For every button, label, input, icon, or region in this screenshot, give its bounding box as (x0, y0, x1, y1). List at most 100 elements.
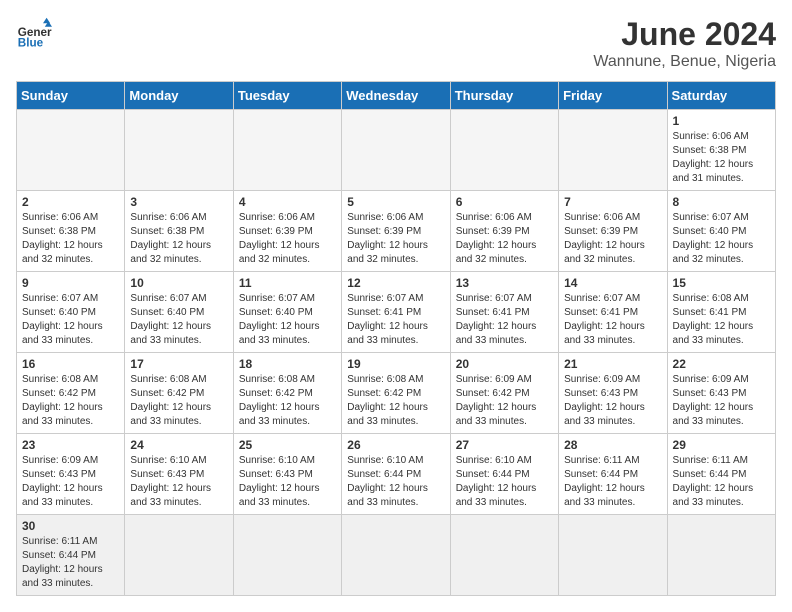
day-info: Sunrise: 6:07 AMSunset: 6:40 PMDaylight:… (673, 211, 770, 267)
calendar-cell (342, 110, 450, 191)
calendar-cell: 12 Sunrise: 6:07 AMSunset: 6:41 PMDayligh… (342, 272, 450, 353)
weekday-header-sunday: Sunday (17, 82, 125, 110)
calendar-title: June 2024 (593, 16, 776, 53)
day-number: 30 (22, 519, 119, 533)
day-number: 29 (673, 438, 770, 452)
header: General Blue June 2024 Wannune, Benue, N… (16, 16, 776, 71)
weekday-header-tuesday: Tuesday (233, 82, 341, 110)
day-info: Sunrise: 6:06 AMSunset: 6:39 PMDaylight:… (564, 211, 661, 267)
calendar-cell (559, 515, 667, 596)
calendar-cell: 15Sunrise: 6:08 AMSunset: 6:41 PMDayligh… (667, 272, 775, 353)
day-number: 19 (347, 357, 444, 371)
calendar-week-row: 1Sunrise: 6:06 AMSunset: 6:38 PMDaylight… (17, 110, 776, 191)
calendar-cell: 1Sunrise: 6:06 AMSunset: 6:38 PMDaylight… (667, 110, 775, 191)
calendar-cell: 26Sunrise: 6:10 AMSunset: 6:44 PMDayligh… (342, 434, 450, 515)
calendar-cell: 20 Sunrise: 6:09 AMSunset: 6:42 PMDayligh… (450, 353, 558, 434)
logo: General Blue (16, 16, 52, 52)
calendar-cell: 18Sunrise: 6:08 AMSunset: 6:42 PMDayligh… (233, 353, 341, 434)
day-info: Sunrise: 6:06 AMSunset: 6:38 PMDaylight:… (673, 130, 770, 186)
calendar-week-row: 2 Sunrise: 6:06 AMSunset: 6:38 PMDaylight… (17, 191, 776, 272)
calendar-cell: 10 Sunrise: 6:07 AMSunset: 6:40 PMDayligh… (125, 272, 233, 353)
day-number: 7 (564, 195, 661, 209)
calendar-cell (667, 515, 775, 596)
calendar-week-row: 23 Sunrise: 6:09 AMSunset: 6:43 PMDayligh… (17, 434, 776, 515)
day-number: 22 (673, 357, 770, 371)
calendar-cell: 22 Sunrise: 6:09 AMSunset: 6:43 PMDayligh… (667, 353, 775, 434)
calendar-cell: 4 Sunrise: 6:06 AMSunset: 6:39 PMDaylight… (233, 191, 341, 272)
calendar-cell: 9 Sunrise: 6:07 AMSunset: 6:40 PMDaylight… (17, 272, 125, 353)
day-number: 17 (130, 357, 227, 371)
calendar-cell: 14 Sunrise: 6:07 AMSunset: 6:41 PMDayligh… (559, 272, 667, 353)
weekday-header-wednesday: Wednesday (342, 82, 450, 110)
day-info: Sunrise: 6:06 AMSunset: 6:38 PMDaylight:… (22, 211, 119, 267)
day-number: 25 (239, 438, 336, 452)
day-info: Sunrise: 6:10 AMSunset: 6:44 PMDaylight:… (347, 454, 444, 510)
day-info: Sunrise: 6:08 AMSunset: 6:42 PMDaylight:… (347, 373, 444, 429)
calendar-cell: 30 Sunrise: 6:11 AMSunset: 6:44 PMDayligh… (17, 515, 125, 596)
calendar-cell: 11 Sunrise: 6:07 AMSunset: 6:40 PMDayligh… (233, 272, 341, 353)
day-number: 2 (22, 195, 119, 209)
day-info: Sunrise: 6:07 AMSunset: 6:40 PMDaylight:… (239, 292, 336, 348)
day-info: Sunrise: 6:07 AMSunset: 6:41 PMDaylight:… (564, 292, 661, 348)
day-info: Sunrise: 6:08 AMSunset: 6:41 PMDaylight:… (673, 292, 770, 348)
day-info: Sunrise: 6:07 AMSunset: 6:40 PMDaylight:… (130, 292, 227, 348)
calendar-cell (17, 110, 125, 191)
title-area: June 2024 Wannune, Benue, Nigeria (593, 16, 776, 71)
calendar-cell: 29 Sunrise: 6:11 AMSunset: 6:44 PMDayligh… (667, 434, 775, 515)
day-info: Sunrise: 6:08 AMSunset: 6:42 PMDaylight:… (22, 373, 119, 429)
day-number: 12 (347, 276, 444, 290)
day-number: 8 (673, 195, 770, 209)
calendar-cell (342, 515, 450, 596)
calendar-cell: 17 Sunrise: 6:08 AMSunset: 6:42 PMDayligh… (125, 353, 233, 434)
calendar-week-row: 30 Sunrise: 6:11 AMSunset: 6:44 PMDayligh… (17, 515, 776, 596)
day-info: Sunrise: 6:07 AMSunset: 6:40 PMDaylight:… (22, 292, 119, 348)
calendar-week-row: 9 Sunrise: 6:07 AMSunset: 6:40 PMDaylight… (17, 272, 776, 353)
day-number: 11 (239, 276, 336, 290)
calendar-cell (233, 515, 341, 596)
day-info: Sunrise: 6:11 AMSunset: 6:44 PMDaylight:… (22, 535, 119, 591)
day-info: Sunrise: 6:06 AMSunset: 6:39 PMDaylight:… (239, 211, 336, 267)
calendar-cell: 23 Sunrise: 6:09 AMSunset: 6:43 PMDayligh… (17, 434, 125, 515)
day-number: 21 (564, 357, 661, 371)
calendar-subtitle: Wannune, Benue, Nigeria (593, 53, 776, 71)
day-number: 20 (456, 357, 553, 371)
calendar-cell: 25Sunrise: 6:10 AMSunset: 6:43 PMDayligh… (233, 434, 341, 515)
day-info: Sunrise: 6:09 AMSunset: 6:43 PMDaylight:… (673, 373, 770, 429)
calendar-cell: 21Sunrise: 6:09 AMSunset: 6:43 PMDayligh… (559, 353, 667, 434)
calendar-cell (450, 515, 558, 596)
logo-icon: General Blue (16, 16, 52, 52)
calendar-cell: 19 Sunrise: 6:08 AMSunset: 6:42 PMDayligh… (342, 353, 450, 434)
svg-text:Blue: Blue (18, 37, 44, 50)
calendar-cell (125, 515, 233, 596)
calendar-cell: 13Sunrise: 6:07 AMSunset: 6:41 PMDayligh… (450, 272, 558, 353)
day-info: Sunrise: 6:11 AMSunset: 6:44 PMDaylight:… (564, 454, 661, 510)
calendar-cell: 8 Sunrise: 6:07 AMSunset: 6:40 PMDaylight… (667, 191, 775, 272)
day-number: 24 (130, 438, 227, 452)
day-number: 5 (347, 195, 444, 209)
day-info: Sunrise: 6:06 AMSunset: 6:39 PMDaylight:… (456, 211, 553, 267)
day-info: Sunrise: 6:10 AMSunset: 6:44 PMDaylight:… (456, 454, 553, 510)
day-number: 23 (22, 438, 119, 452)
day-info: Sunrise: 6:09 AMSunset: 6:42 PMDaylight:… (456, 373, 553, 429)
calendar-cell: 7 Sunrise: 6:06 AMSunset: 6:39 PMDaylight… (559, 191, 667, 272)
day-number: 13 (456, 276, 553, 290)
day-number: 4 (239, 195, 336, 209)
day-info: Sunrise: 6:06 AMSunset: 6:39 PMDaylight:… (347, 211, 444, 267)
weekday-header-friday: Friday (559, 82, 667, 110)
day-number: 9 (22, 276, 119, 290)
day-info: Sunrise: 6:09 AMSunset: 6:43 PMDaylight:… (22, 454, 119, 510)
weekday-header-thursday: Thursday (450, 82, 558, 110)
day-info: Sunrise: 6:11 AMSunset: 6:44 PMDaylight:… (673, 454, 770, 510)
day-info: Sunrise: 6:07 AMSunset: 6:41 PMDaylight:… (347, 292, 444, 348)
day-info: Sunrise: 6:08 AMSunset: 6:42 PMDaylight:… (130, 373, 227, 429)
calendar-cell: 28Sunrise: 6:11 AMSunset: 6:44 PMDayligh… (559, 434, 667, 515)
day-number: 10 (130, 276, 227, 290)
calendar-week-row: 16 Sunrise: 6:08 AMSunset: 6:42 PMDayligh… (17, 353, 776, 434)
calendar-cell: 2 Sunrise: 6:06 AMSunset: 6:38 PMDaylight… (17, 191, 125, 272)
day-number: 16 (22, 357, 119, 371)
day-number: 14 (564, 276, 661, 290)
day-number: 27 (456, 438, 553, 452)
weekday-header-saturday: Saturday (667, 82, 775, 110)
calendar-cell: 6Sunrise: 6:06 AMSunset: 6:39 PMDaylight… (450, 191, 558, 272)
weekday-header-monday: Monday (125, 82, 233, 110)
